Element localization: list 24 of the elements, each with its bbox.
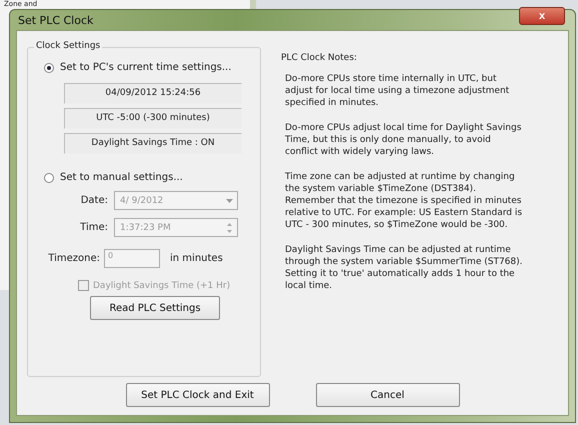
cancel-button[interactable]: Cancel	[316, 383, 460, 407]
dropdown-arrow-icon	[225, 198, 234, 204]
note-paragraph: Time zone can be adjusted at runtime by changing the system variable $TimeZone (DST384). Remember that the timezone is specified in minutes relative to UTC. For example: US Eastern Standard is UTC - 300 minutes, so $TimeZone would be -300.	[285, 171, 524, 231]
timezone-label: Timezone:	[47, 253, 101, 264]
readout-field: Daylight Savings Time : ON	[64, 133, 242, 154]
date-label: Date:	[80, 195, 109, 206]
close-button[interactable]: x	[519, 7, 565, 25]
time-label: Time:	[79, 222, 109, 233]
radio-label[interactable]: Set to manual settings...	[60, 172, 183, 183]
set-clock-button[interactable]: Set PLC Clock and Exit	[126, 383, 270, 407]
radio-label[interactable]: Set to PC's current time settings...	[60, 62, 232, 73]
group-title: Clock Settings	[34, 41, 102, 51]
note-paragraph: Do-more CPUs store time internally in UTC, but adjust for local time using a timezone adjustment specified in minutes.	[285, 73, 510, 109]
readout-field: UTC -5:00 (-300 minutes)	[64, 108, 242, 129]
notes-title: PLC Clock Notes:	[281, 53, 358, 63]
spinner-arrows-icon	[225, 220, 234, 234]
note-paragraph: Do-more CPUs adjust local time for Daylight Savings Time, but this is only done manually, to avoid conflict with widely varying laws.	[285, 122, 522, 158]
read-settings-button[interactable]: Read PLC Settings	[90, 296, 220, 320]
radio-button[interactable]	[44, 172, 54, 182]
window-title: Set PLC Clock	[18, 14, 94, 26]
unit-label: in minutes	[170, 253, 223, 264]
readout-field: 04/09/2012 15:24:56	[64, 83, 242, 104]
note-paragraph: Daylight Savings Time can be adjusted at runtime through the system variable $SummerTime (ST768). Setting it to 'true' automatically adds 1 hour to the local time.	[285, 244, 524, 292]
radio-button[interactable]	[44, 62, 54, 72]
